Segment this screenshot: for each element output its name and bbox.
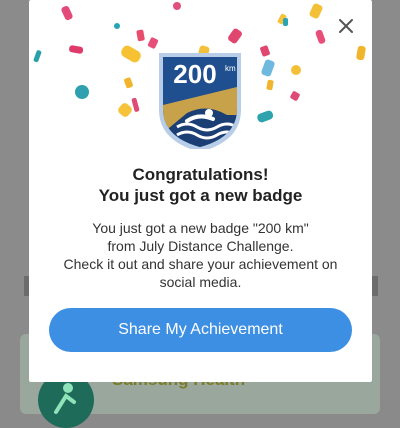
close-button[interactable] <box>334 14 358 38</box>
message-line-4: social media. <box>159 274 242 290</box>
close-icon <box>339 19 353 33</box>
message-line-1: You just got a new badge "200 km" <box>92 220 309 236</box>
badge-200km-icon: 200 km <box>157 53 243 152</box>
badge-unit: km <box>225 64 236 73</box>
dialog-message: You just got a new badge "200 km" from J… <box>29 219 372 291</box>
title-line-2: You just got a new badge <box>98 186 303 205</box>
message-line-3: Check it out and share your achievement … <box>63 256 338 272</box>
badge-dialog: 200 km Congratulations! You just got a n… <box>29 0 372 382</box>
dialog-title: Congratulations! You just got a new badg… <box>29 164 372 206</box>
badge-number: 200 <box>173 59 216 89</box>
message-line-2: from July Distance Challenge. <box>107 238 294 254</box>
title-line-1: Congratulations! <box>132 165 269 184</box>
share-achievement-button[interactable]: Share My Achievement <box>49 308 352 352</box>
background-edge-right <box>372 276 378 296</box>
